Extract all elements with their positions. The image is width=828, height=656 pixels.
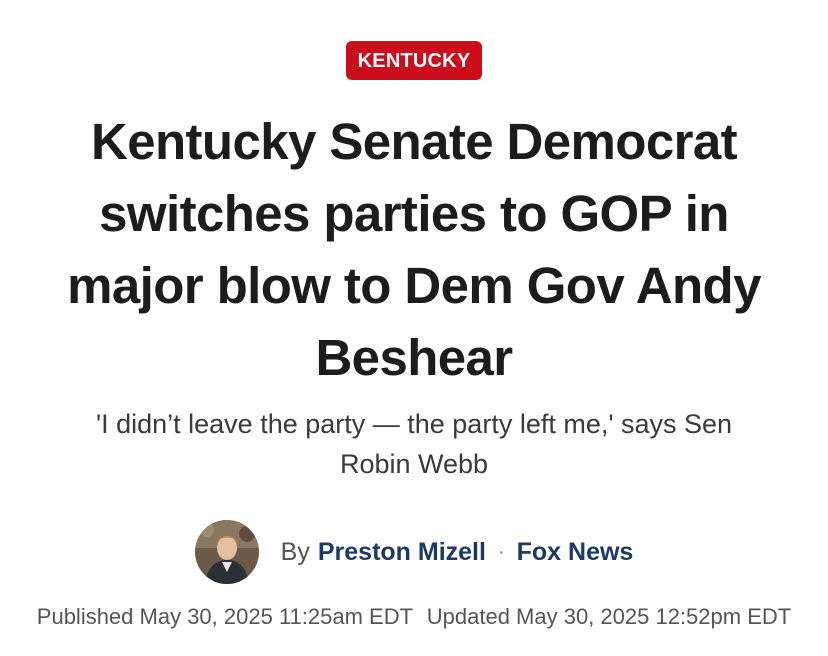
publisher-link[interactable]: Fox News bbox=[517, 538, 634, 567]
subheadline: 'I didn’t leave the party — the party le… bbox=[95, 409, 733, 479]
category-container: KENTUCKY bbox=[0, 41, 828, 80]
author-link[interactable]: Preston Mizell bbox=[318, 538, 486, 567]
timestamps: Published May 30, 2025 11:25am EDT Updat… bbox=[0, 601, 828, 633]
category-badge[interactable]: KENTUCKY bbox=[345, 41, 483, 80]
byline-separator: · bbox=[497, 540, 505, 563]
headline: Kentucky Senate Democrat switches partie… bbox=[67, 113, 761, 386]
article-header: KENTUCKY Kentucky Senate Democrat switch… bbox=[0, 0, 828, 656]
byline: By Preston Mizell · Fox News bbox=[0, 519, 828, 585]
byline-prefix: By bbox=[280, 537, 310, 566]
author-photo-icon bbox=[194, 520, 259, 584]
published-timestamp: Published May 30, 2025 11:25am EDT bbox=[36, 604, 413, 629]
author-avatar[interactable] bbox=[194, 520, 259, 584]
updated-timestamp: Updated May 30, 2025 12:52pm EDT bbox=[426, 604, 792, 629]
